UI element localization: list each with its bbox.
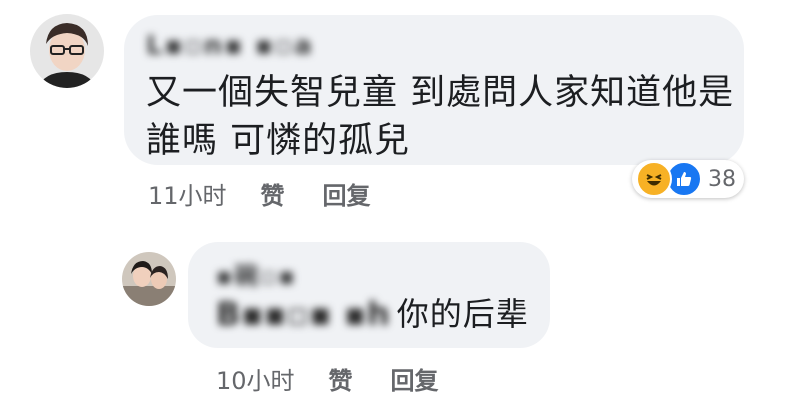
reply-timestamp[interactable]: 10小时 [216,361,295,396]
comment-text-line: 又一個失智兒童 到處問人家知道他是 [146,73,735,113]
comment-timestamp[interactable]: 11小时 [148,176,227,211]
reply-author-name[interactable]: ▪碗▫▪ [216,256,297,291]
comment-author-name[interactable]: L▪▫n▪ ▪▫a [146,31,314,61]
reply-bubble: ▪碗▫▪ B▪▪▫▪ ▪h 你的后辈 [188,242,550,348]
reply-like-button[interactable]: 赞 [329,361,353,396]
reply-actions: 10小时 赞 回复 [216,361,477,396]
reply-text: B▪▪▫▪ ▪h 你的后辈 [216,292,529,336]
mentioned-user-link[interactable]: B▪▪▫▪ ▪h [216,292,391,336]
reply-avatar[interactable] [122,252,176,306]
comment-actions: 11小时 赞 回复 [148,176,409,211]
commenter-avatar[interactable] [30,14,104,88]
like-button[interactable]: 赞 [261,176,285,211]
reaction-count: 38 [708,166,736,192]
comment-text: 又一個失智兒童 到處問人家知道他是 誰嗎 可憐的孤兒 [146,69,734,165]
reply-text-body: 你的后辈 [396,295,529,333]
haha-icon [636,161,672,197]
reaction-summary[interactable]: 38 [632,160,744,198]
comment-bubble: L▪▫n▪ ▪▫a 又一個失智兒童 到處問人家知道他是 誰嗎 可憐的孤兒 [124,15,744,165]
comment-text-line: 誰嗎 可憐的孤兒 [146,121,411,161]
reply-reply-button[interactable]: 回复 [391,361,439,396]
reply-button[interactable]: 回复 [323,176,371,211]
